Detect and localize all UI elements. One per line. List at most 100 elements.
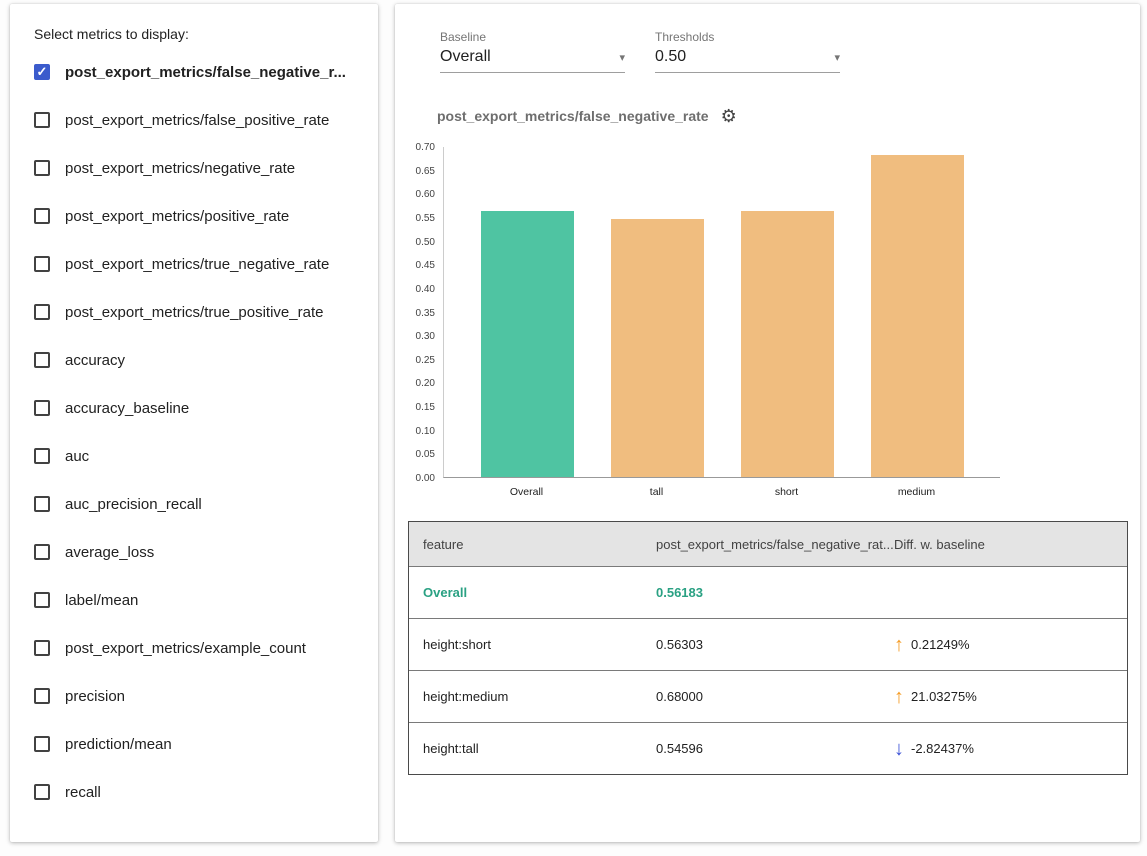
x-axis-category-label: medium: [852, 486, 982, 498]
chart-bar: [611, 219, 704, 477]
metric-item[interactable]: post_export_metrics/true_positive_rate: [34, 288, 368, 336]
baseline-select[interactable]: Baseline Overall ▾: [440, 30, 625, 73]
x-axis-category-label: tall: [592, 486, 722, 498]
feature-cell: height:tall: [423, 741, 656, 756]
chart-bar: [871, 155, 964, 477]
checkbox-icon[interactable]: [34, 544, 50, 560]
metric-label: post_export_metrics/false_positive_rate: [65, 112, 329, 129]
checkbox-icon[interactable]: [34, 784, 50, 800]
table-row: height:short0.56303↑0.21249%: [409, 618, 1127, 670]
checkbox-icon[interactable]: [34, 688, 50, 704]
thresholds-value: 0.50: [655, 48, 686, 66]
metric-label: post_export_metrics/true_positive_rate: [65, 304, 323, 321]
metric-item[interactable]: auc_precision_recall: [34, 480, 368, 528]
checkbox-icon[interactable]: [34, 640, 50, 656]
checkbox-icon[interactable]: [34, 400, 50, 416]
y-axis-tick-label: 0.60: [395, 189, 435, 200]
chevron-down-icon: ▾: [834, 51, 840, 64]
y-axis-tick-label: 0.45: [395, 260, 435, 271]
metric-item[interactable]: ✓ post_export_metrics/false_negative_r...: [34, 48, 368, 96]
table-row: Overall0.56183: [409, 566, 1127, 618]
results-panel: Baseline Overall ▾ Thresholds 0.50 ▾ pos…: [395, 4, 1140, 842]
checkbox-icon[interactable]: [34, 304, 50, 320]
metric-item[interactable]: auc: [34, 432, 368, 480]
thresholds-select[interactable]: Thresholds 0.50 ▾: [655, 30, 840, 73]
metric-label: label/mean: [65, 592, 138, 609]
metric-select-panel: Select metrics to display: ✓ post_export_…: [10, 4, 378, 842]
y-axis-tick-label: 0.10: [395, 426, 435, 437]
checkbox-icon[interactable]: [34, 736, 50, 752]
y-axis-tick-label: 0.30: [395, 331, 435, 342]
x-axis-category-label: Overall: [462, 486, 592, 498]
metrics-table: featurepost_export_metrics/false_negativ…: [408, 521, 1128, 775]
feature-cell: height:short: [423, 637, 656, 652]
checkbox-icon[interactable]: [34, 112, 50, 128]
metric-label: auc_precision_recall: [65, 496, 202, 513]
metric-label: accuracy: [65, 352, 125, 369]
y-axis-tick-label: 0.15: [395, 402, 435, 413]
feature-cell: Overall: [423, 585, 656, 600]
table-header-cell: post_export_metrics/false_negative_rat..…: [656, 537, 894, 552]
arrow-up-icon: ↑: [894, 687, 904, 707]
bar-chart: 0.000.050.100.150.200.250.300.350.400.45…: [395, 137, 1140, 505]
table-header-cell: feature: [423, 537, 656, 552]
checkbox-icon[interactable]: [34, 256, 50, 272]
baseline-label: Baseline: [440, 30, 625, 44]
y-axis-tick-label: 0.70: [395, 142, 435, 153]
checkbox-icon[interactable]: [34, 448, 50, 464]
y-axis-tick-label: 0.50: [395, 237, 435, 248]
metric-item[interactable]: average_loss: [34, 528, 368, 576]
metric-item[interactable]: recall: [34, 768, 368, 816]
value-cell: 0.54596: [656, 741, 894, 756]
diff-cell: ↑0.21249%: [894, 635, 1127, 655]
metric-label: post_export_metrics/example_count: [65, 640, 306, 657]
table-row: height:medium0.68000↑21.03275%: [409, 670, 1127, 722]
metric-select-title: Select metrics to display:: [34, 26, 368, 42]
controls-row: Baseline Overall ▾ Thresholds 0.50 ▾: [395, 30, 1140, 73]
thresholds-label: Thresholds: [655, 30, 840, 44]
table-row: height:tall0.54596↓ -2.82437%: [409, 722, 1127, 774]
checkbox-icon[interactable]: [34, 496, 50, 512]
checkbox-icon[interactable]: [34, 592, 50, 608]
diff-value: -2.82437%: [911, 741, 974, 756]
chart-title: post_export_metrics/false_negative_rate: [437, 108, 709, 124]
checkbox-icon[interactable]: [34, 352, 50, 368]
metric-label: prediction/mean: [65, 736, 172, 753]
arrow-down-icon: ↓: [894, 739, 904, 759]
metric-label: post_export_metrics/positive_rate: [65, 208, 289, 225]
y-axis-tick-label: 0.55: [395, 213, 435, 224]
metric-label: post_export_metrics/false_negative_r...: [65, 64, 346, 81]
metrics-list: ✓ post_export_metrics/false_negative_r...…: [34, 48, 368, 816]
plot-area: [443, 147, 1000, 478]
metric-label: auc: [65, 448, 89, 465]
metric-label: accuracy_baseline: [65, 400, 189, 417]
y-axis-tick-label: 0.05: [395, 449, 435, 460]
y-axis-tick-label: 0.00: [395, 473, 435, 484]
metric-item[interactable]: label/mean: [34, 576, 368, 624]
metric-item[interactable]: post_export_metrics/positive_rate: [34, 192, 368, 240]
metric-label: post_export_metrics/negative_rate: [65, 160, 295, 177]
metric-item[interactable]: post_export_metrics/false_positive_rate: [34, 96, 368, 144]
metric-item[interactable]: accuracy: [34, 336, 368, 384]
metric-item[interactable]: post_export_metrics/negative_rate: [34, 144, 368, 192]
gear-icon[interactable]: ⚙: [721, 107, 737, 125]
metric-item[interactable]: post_export_metrics/example_count: [34, 624, 368, 672]
metric-item[interactable]: post_export_metrics/true_negative_rate: [34, 240, 368, 288]
diff-cell: ↓ -2.82437%: [894, 739, 1127, 759]
checkbox-checked-icon[interactable]: ✓: [34, 64, 50, 80]
metric-label: precision: [65, 688, 125, 705]
metric-item[interactable]: accuracy_baseline: [34, 384, 368, 432]
x-axis-category-label: short: [722, 486, 852, 498]
value-cell: 0.56183: [656, 585, 894, 600]
checkbox-icon[interactable]: [34, 208, 50, 224]
table-header-cell: Diff. w. baseline: [894, 537, 1127, 552]
chart-bar: [741, 211, 834, 477]
metric-item[interactable]: precision: [34, 672, 368, 720]
diff-value: 0.21249%: [911, 637, 970, 652]
value-cell: 0.56303: [656, 637, 894, 652]
metric-item[interactable]: prediction/mean: [34, 720, 368, 768]
checkbox-icon[interactable]: [34, 160, 50, 176]
table-header-row: featurepost_export_metrics/false_negativ…: [409, 522, 1127, 566]
metric-label: average_loss: [65, 544, 154, 561]
chart-bar: [481, 211, 574, 477]
